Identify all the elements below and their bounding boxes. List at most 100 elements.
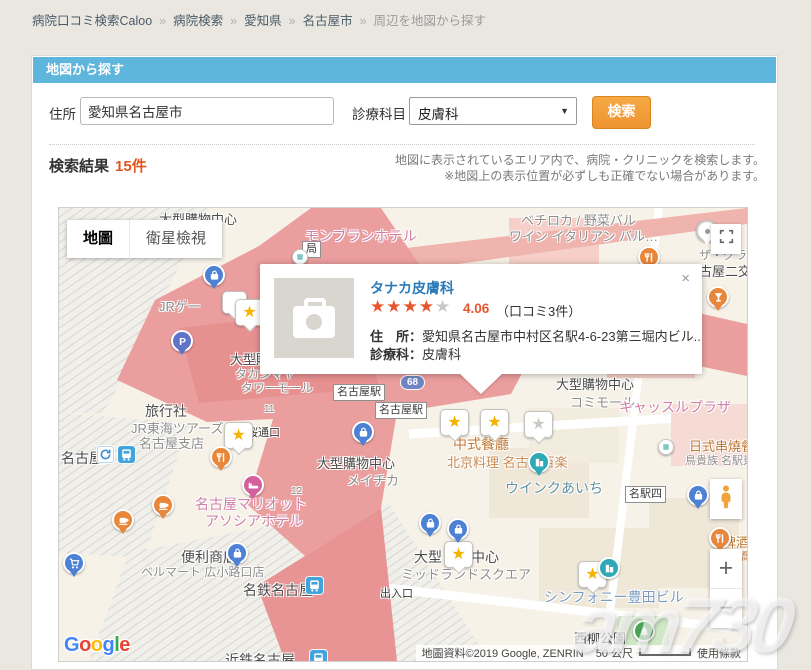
breadcrumb-separator: » (159, 14, 166, 28)
map-label: メイチカ (347, 470, 399, 489)
google-logo-letter: o (79, 634, 91, 656)
dropdown-arrow-icon: ▼ (560, 106, 569, 116)
clinic-thumbnail (274, 278, 354, 358)
star-icon: ★ (419, 297, 435, 316)
breadcrumb-link[interactable]: 名古屋市 (303, 14, 353, 28)
map-label: ワイン イタリアン バル… (509, 226, 658, 245)
map-label: 近鉄名古屋 (225, 650, 295, 662)
shopping-cart-pin[interactable] (63, 552, 85, 574)
star-icon: ★ (370, 297, 386, 316)
svg-text:P: P (179, 337, 186, 348)
map-label: 鳥貴族 名駅東口 (685, 452, 748, 468)
results-label: 検索結果 (49, 158, 109, 175)
shopping-bag-pin[interactable] (352, 421, 374, 443)
map-label: 中式餐廳 (453, 434, 509, 454)
train-icon[interactable] (310, 650, 327, 662)
department-label: 診療科目 (352, 103, 406, 123)
star-marker[interactable]: ★ (480, 409, 509, 436)
map-type-button[interactable]: 地圖 (67, 220, 129, 258)
map-search-panel: 地図から探す 住所 診療科目 皮膚科 ▼ 検索 検索結果15件 地図に表示されて… (31, 55, 778, 670)
department-select[interactable]: 皮膚科 ▼ (409, 97, 577, 125)
medical-case-icon (293, 306, 335, 338)
address-input[interactable] (80, 97, 334, 125)
star-marker[interactable]: ★ (440, 409, 469, 436)
building-pin[interactable] (528, 451, 550, 473)
restaurant-pin[interactable] (709, 527, 731, 549)
search-button[interactable]: 検索 (592, 96, 651, 129)
results-summary: 検索結果 15件 (49, 155, 147, 176)
close-icon[interactable]: × (681, 270, 690, 287)
divider (49, 144, 755, 145)
train-icon[interactable] (118, 446, 135, 463)
zoom-in-button[interactable]: + (710, 549, 742, 588)
satellite-button[interactable]: 衛星檢視 (129, 220, 222, 258)
star-marker[interactable]: ★ (524, 411, 553, 438)
map-label: 11 (264, 404, 274, 415)
coffee-pin[interactable] (152, 494, 174, 516)
map-label: アソシアホテル (205, 511, 303, 531)
breadcrumb-link[interactable]: 病院口コミ検索Caloo (32, 14, 152, 28)
breadcrumb-link[interactable]: 病院検索 (173, 14, 223, 28)
train-icon[interactable] (306, 577, 323, 594)
shopping-bag-pin[interactable] (687, 484, 709, 506)
map-label: モンブランホテル (305, 226, 417, 246)
pegman-control[interactable] (710, 479, 742, 519)
restaurant-pin[interactable] (210, 446, 232, 468)
station-label: 名駅四 (625, 486, 666, 503)
bed-pin[interactable] (242, 474, 264, 496)
shopping-bag-pin[interactable] (447, 518, 469, 540)
review-count: （口コミ3件） (496, 301, 581, 320)
map-attribution: 地圖資料©2019 Google, ZENRIN 50 公尺 使用條款 (416, 645, 747, 661)
page: 病院口コミ検索Caloo»病院検索»愛知県»名古屋市»周辺を地図から探す 地図か… (0, 0, 811, 670)
star-icon: ★ (487, 415, 501, 431)
map-type-control: 地圖 衛星檢視 (67, 220, 222, 258)
search-form: 住所 診療科目 皮膚科 ▼ 検索 (32, 96, 777, 128)
clinic-address: 住 所：愛知県名古屋市中村区名駅4-6-23第三堀内ビル.. (370, 326, 701, 345)
map-label: ベルマート 広小路口店 (141, 563, 264, 580)
clinic-title-link[interactable]: タナカ皮膚科 (370, 278, 454, 298)
jr-loop-icon[interactable] (97, 446, 114, 463)
google-logo[interactable]: Google (64, 634, 130, 657)
results-count: 15件 (115, 158, 147, 175)
transit-lines-pin[interactable] (658, 439, 674, 455)
rating-stars: ★★★★★ (370, 297, 451, 317)
info-window-tail (459, 373, 503, 394)
wine-pin[interactable] (707, 286, 729, 308)
map-label: タワーモール (241, 379, 313, 396)
clinic-department: 診療科：皮膚科 (370, 344, 461, 363)
breadcrumb-separator: » (289, 14, 296, 28)
address-label: 住所 (49, 103, 76, 123)
shopping-bag-pin[interactable] (226, 542, 248, 564)
map-label: JRゲー (159, 296, 201, 315)
map-canvas[interactable]: 地圖 衛星檢視 + − (58, 207, 748, 662)
fullscreen-button[interactable] (711, 224, 741, 254)
tree-pin[interactable] (633, 620, 655, 642)
breadcrumb-current: 周辺を地図から探す (374, 14, 487, 28)
star-icon: ★ (447, 415, 461, 431)
zoom-out-button[interactable]: − (710, 588, 742, 628)
map-label: ウインクあいち (505, 478, 603, 498)
info-window: タナカ皮膚科 ★★★★★ 4.06 （口コミ3件） 住 所：愛知県名古屋市中村区… (260, 264, 702, 374)
address-field-value: 愛知県名古屋市中村区名駅4-6-23第三堀内ビル.. (422, 329, 701, 344)
google-logo-letter: o (91, 634, 103, 656)
rating-score: 4.06 (463, 301, 489, 316)
building-pin[interactable] (598, 557, 620, 579)
terms-link[interactable]: 使用條款 (697, 645, 741, 661)
shopping-bag-pin[interactable] (203, 264, 225, 286)
star-icon: ★ (403, 297, 419, 316)
dept-field-value: 皮膚科 (422, 347, 461, 362)
breadcrumb-separator: » (230, 14, 237, 28)
google-logo-letter: g (103, 634, 115, 656)
star-icon: ★ (231, 428, 245, 444)
transit-lines-pin[interactable] (292, 249, 308, 265)
star-icon: ★ (242, 305, 256, 321)
map-label: 大型購物中心 (556, 374, 634, 393)
shopping-bag-pin[interactable] (419, 512, 441, 534)
breadcrumb-link[interactable]: 愛知県 (244, 14, 282, 28)
department-select-value: 皮膚科 (418, 103, 459, 123)
coffee-pin[interactable] (112, 509, 134, 531)
star-marker[interactable]: ★ (224, 422, 253, 449)
star-icon: ★ (451, 547, 465, 563)
parking-pin[interactable]: P (171, 330, 193, 352)
dept-field-label: 診療科： (370, 347, 422, 362)
